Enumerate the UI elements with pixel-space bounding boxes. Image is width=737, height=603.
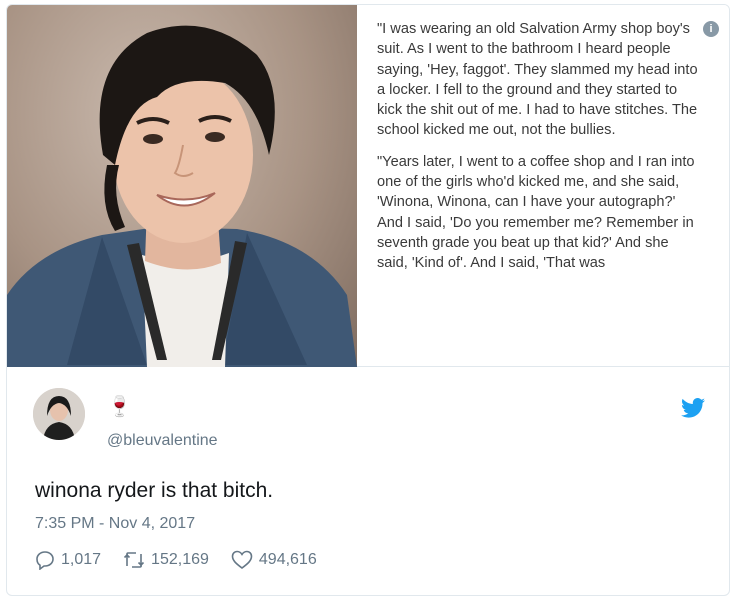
display-name-emoji[interactable]: 🍷 xyxy=(107,394,132,419)
portrait-photo xyxy=(7,5,357,367)
tweet-media[interactable]: "I was wearing an old Salvation Army sho… xyxy=(7,5,729,367)
retweet-button[interactable]: 152,169 xyxy=(123,550,209,570)
like-button[interactable]: 494,616 xyxy=(231,550,317,570)
retweet-count: 152,169 xyxy=(151,551,209,568)
heart-icon xyxy=(231,550,253,570)
reply-icon xyxy=(36,551,54,570)
user-handle[interactable]: @bleuvalentine xyxy=(107,432,218,450)
info-icon[interactable]: i xyxy=(703,21,719,37)
tweet-text: winona ryder is that bitch. xyxy=(35,479,274,502)
tweet-timestamp[interactable]: 7:35 PM - Nov 4, 2017 xyxy=(35,515,195,533)
reply-count: 1,017 xyxy=(61,551,102,568)
retweet-icon xyxy=(123,552,145,568)
twitter-bird-icon[interactable] xyxy=(681,398,705,423)
like-count: 494,616 xyxy=(258,551,317,568)
quote-text: "I was wearing an old Salvation Army sho… xyxy=(357,5,729,366)
tweet-actions: 1,017 152,169 494,616 xyxy=(35,550,339,570)
tweet-card[interactable]: "I was wearing an old Salvation Army sho… xyxy=(6,4,730,596)
quote-paragraph-2: "Years later, I went to a coffee shop an… xyxy=(377,153,695,272)
avatar[interactable] xyxy=(33,388,85,440)
tweet-header: 🍷 @bleuvalentine xyxy=(33,388,713,450)
quote-paragraph-1: "I was wearing an old Salvation Army sho… xyxy=(377,21,698,139)
reply-button[interactable]: 1,017 xyxy=(35,550,101,570)
